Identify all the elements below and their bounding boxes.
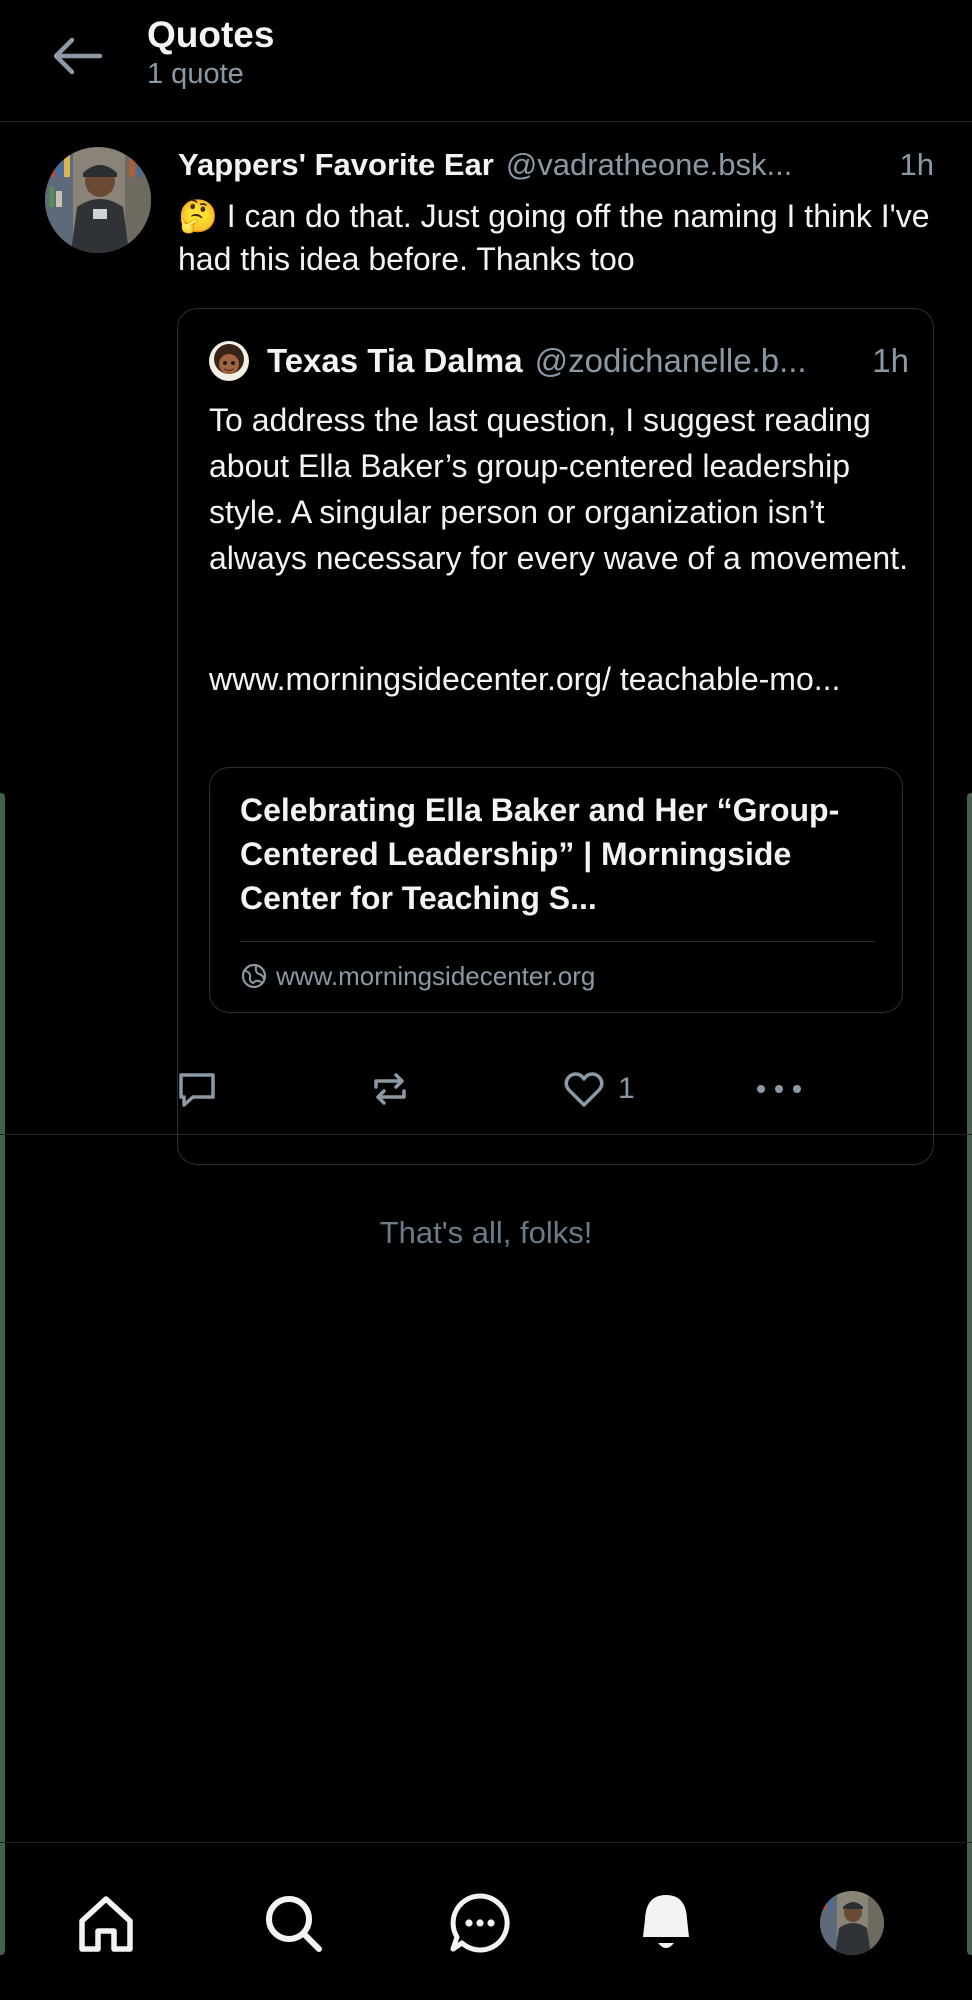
link-preview-domain-row: www.morningsidecenter.org [240,956,595,996]
globe-icon [241,963,267,989]
arrow-left-icon [53,37,102,75]
link-preview-divider [240,941,874,942]
post[interactable]: Yappers' Favorite Ear @vadratheone.bsk..… [0,123,972,1165]
bottom-navigation [0,1842,972,2000]
link-preview-domain: www.morningsidecenter.org [276,960,596,991]
post-header: Yappers' Favorite Ear @vadratheone.bsk..… [178,147,934,189]
quoted-post-header: Texas Tia Dalma @zodichanelle.b... 1h [209,339,909,383]
reply-button[interactable] [175,1061,219,1117]
post-time[interactable]: 1h [900,147,934,183]
post-actions: 1 [0,1061,972,1117]
repost-icon [374,1073,406,1105]
reply-icon [179,1073,215,1107]
quote-count: 1 quote [147,58,244,90]
home-icon [79,1896,133,1952]
chat-icon [450,1893,510,1953]
top-bar: Quotes 1 quote [0,0,972,122]
end-of-list-message: That's all, folks! [379,1215,593,1250]
quoted-author-handle[interactable]: @zodichanelle.b... [535,342,863,380]
quoted-post-time[interactable]: 1h [872,342,909,380]
nav-search[interactable] [253,1883,333,1963]
more-options-button[interactable] [754,1061,804,1117]
quoted-post-link[interactable]: www.morningsidecenter.org/ teachable-mo.… [209,658,909,701]
nav-profile[interactable] [812,1883,892,1963]
nav-home[interactable] [66,1883,146,1963]
avatar [820,1891,884,1955]
like-count: 1 [618,1072,635,1105]
repost-button[interactable] [368,1061,412,1117]
heart-icon [564,1072,604,1107]
search-icon [266,1896,322,1952]
quoted-author-name[interactable]: Texas Tia Dalma [267,342,523,380]
link-preview-title: Celebrating Ella Baker and Her “Group-Ce… [240,792,840,916]
author-avatar[interactable] [45,147,151,253]
nav-notifications[interactable] [626,1883,706,1963]
quoted-post-text: To address the last question, I suggest … [209,402,908,576]
post-text: 🤔 I can do that. Just going off the nami… [178,198,930,277]
back-button[interactable] [44,30,108,82]
link-preview-card[interactable]: Celebrating Ella Baker and Her “Group-Ce… [209,767,903,1013]
like-button[interactable]: 1 [562,1061,635,1117]
nav-chat[interactable] [440,1883,520,1963]
quoted-post[interactable]: Texas Tia Dalma @zodichanelle.b... 1h To… [177,308,934,1165]
more-icon [757,1085,801,1093]
bell-icon [643,1895,689,1948]
author-name[interactable]: Yappers' Favorite Ear [178,147,494,183]
page-title: Quotes [147,14,275,55]
quoted-author-avatar[interactable] [209,341,249,381]
author-handle[interactable]: @vadratheone.bsk... [506,147,890,183]
